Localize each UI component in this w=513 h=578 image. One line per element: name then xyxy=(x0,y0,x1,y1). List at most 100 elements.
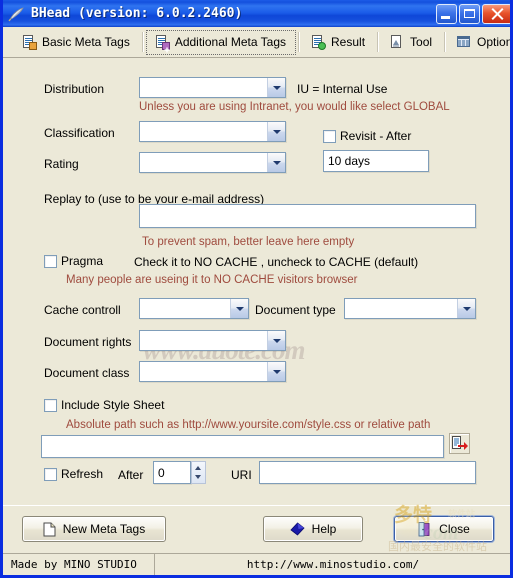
tab-label: Result xyxy=(331,35,366,49)
chevron-down-icon[interactable] xyxy=(267,362,285,381)
document-type-label: Document type xyxy=(255,303,336,317)
tab-separator xyxy=(141,32,144,52)
checkbox-box[interactable] xyxy=(44,398,57,412)
refresh-checkbox[interactable]: Refresh xyxy=(44,467,103,481)
close-button-bottom[interactable]: Close xyxy=(394,516,494,542)
feather-icon xyxy=(8,6,26,22)
pragma-label: Pragma xyxy=(61,254,104,268)
button-bar: New Meta Tags Help Close xyxy=(3,505,510,554)
document-rights-combo[interactable] xyxy=(139,330,286,351)
document-type-combo[interactable] xyxy=(344,298,476,319)
include-style-sheet-label: Include Style Sheet xyxy=(61,398,165,412)
document-lock-icon xyxy=(21,34,37,50)
chevron-down-icon[interactable] xyxy=(457,299,475,318)
exit-door-icon xyxy=(418,521,432,537)
classification-combo[interactable] xyxy=(139,121,286,142)
options-grid-icon xyxy=(456,34,472,50)
distribution-label: Distribution xyxy=(44,82,105,96)
document-tool-icon xyxy=(389,34,405,50)
chevron-down-icon[interactable] xyxy=(267,153,285,172)
tab-separator xyxy=(444,32,447,52)
document-rights-label: Document rights xyxy=(44,335,132,349)
classification-value xyxy=(140,122,267,141)
tab-result[interactable]: Result xyxy=(302,30,375,55)
new-meta-tags-button[interactable]: New Meta Tags xyxy=(22,516,166,542)
tab-label: Tool xyxy=(410,35,433,49)
classification-label: Classification xyxy=(44,126,115,140)
additional-meta-tags-panel: www.duote.com Distribution IU = Internal… xyxy=(3,58,510,505)
rating-combo[interactable] xyxy=(139,152,286,173)
minimize-button[interactable] xyxy=(436,3,457,24)
cache-control-label: Cache controll xyxy=(44,303,121,317)
tab-separator xyxy=(298,32,301,52)
document-class-value xyxy=(140,362,267,381)
replay-to-input[interactable] xyxy=(139,204,476,228)
bhead-window: BHead (version: 6.0.2.2460) Basic Meta T… xyxy=(0,0,513,578)
button-label: New Meta Tags xyxy=(62,522,146,536)
refresh-after-input[interactable]: 0 xyxy=(153,461,191,484)
refresh-after-spinner[interactable] xyxy=(191,461,206,484)
refresh-uri-input[interactable] xyxy=(259,461,476,484)
replay-to-hint: To prevent spam, better leave here empty xyxy=(142,236,355,248)
document-plus-icon xyxy=(154,34,170,53)
checkbox-box[interactable] xyxy=(44,467,57,481)
window-controls xyxy=(436,3,510,24)
tab-separator xyxy=(377,32,380,52)
include-style-sheet-checkbox[interactable]: Include Style Sheet xyxy=(44,398,164,412)
style-sheet-path-input[interactable] xyxy=(41,435,444,458)
close-button[interactable] xyxy=(482,3,510,24)
button-label: Close xyxy=(439,522,470,536)
refresh-label: Refresh xyxy=(61,467,104,481)
tab-options[interactable]: Options xyxy=(448,30,513,55)
help-diamond-icon xyxy=(290,522,305,536)
title-bar: BHead (version: 6.0.2.2460) xyxy=(3,0,510,27)
help-button[interactable]: Help xyxy=(263,516,363,542)
document-class-label: Document class xyxy=(44,366,130,380)
chevron-down-icon[interactable] xyxy=(267,78,285,97)
revisit-after-label: Revisit - After xyxy=(340,129,412,143)
distribution-combo[interactable] xyxy=(139,77,286,98)
status-website: http://www.minostudio.com/ xyxy=(246,558,420,571)
rating-label: Rating xyxy=(44,157,79,171)
tab-tool[interactable]: Tool xyxy=(381,30,442,55)
new-document-icon xyxy=(43,522,56,537)
maximize-button[interactable] xyxy=(459,3,480,24)
tab-label: Additional Meta Tags xyxy=(174,35,287,49)
status-bar: Made by MINO STUDIO http://www.minostudi… xyxy=(3,553,510,575)
rating-value xyxy=(140,153,267,172)
spinner-up-icon[interactable] xyxy=(195,466,201,470)
spinner-down-icon[interactable] xyxy=(195,475,201,479)
pragma-checkbox[interactable]: Pragma xyxy=(44,254,103,268)
cache-control-combo[interactable] xyxy=(139,298,249,319)
revisit-after-input[interactable]: 10 days xyxy=(323,150,429,172)
button-label: Help xyxy=(311,522,337,536)
chevron-down-icon[interactable] xyxy=(267,331,285,350)
document-type-value xyxy=(345,299,457,318)
tab-label: Basic Meta Tags xyxy=(42,35,130,49)
status-made-by: Made by MINO STUDIO xyxy=(3,554,155,575)
cache-control-value xyxy=(140,299,230,318)
document-check-icon xyxy=(310,34,327,50)
checkbox-box[interactable] xyxy=(323,129,336,143)
checkbox-box[interactable] xyxy=(44,254,57,268)
document-class-combo[interactable] xyxy=(139,361,286,382)
chevron-down-icon[interactable] xyxy=(230,299,248,318)
tab-bar: Basic Meta Tags Additional Meta Tags Res… xyxy=(3,27,510,58)
document-export-icon xyxy=(450,434,469,453)
distribution-side-note: IU = Internal Use xyxy=(297,82,388,96)
style-sheet-hint: Absolute path such as http://www.yoursit… xyxy=(66,419,431,431)
tab-basic-meta-tags[interactable]: Basic Meta Tags xyxy=(13,30,140,55)
chevron-down-icon[interactable] xyxy=(267,122,285,141)
pragma-hint: Many people are useing it to NO CACHE vi… xyxy=(66,274,358,286)
distribution-value xyxy=(140,78,267,97)
refresh-uri-label: URI xyxy=(231,468,252,482)
pragma-description: Check it to NO CACHE , uncheck to CACHE … xyxy=(134,255,419,269)
document-rights-value xyxy=(140,331,267,350)
refresh-after-label: After xyxy=(118,468,144,482)
window-title: BHead (version: 6.0.2.2460) xyxy=(31,6,243,21)
revisit-after-checkbox[interactable]: Revisit - After xyxy=(323,129,411,143)
tab-label: Options xyxy=(477,35,513,49)
distribution-hint: Unless you are using Intranet, you would… xyxy=(139,101,450,113)
tab-additional-meta-tags[interactable]: Additional Meta Tags xyxy=(145,29,297,55)
style-sheet-browse-button[interactable] xyxy=(449,433,470,454)
